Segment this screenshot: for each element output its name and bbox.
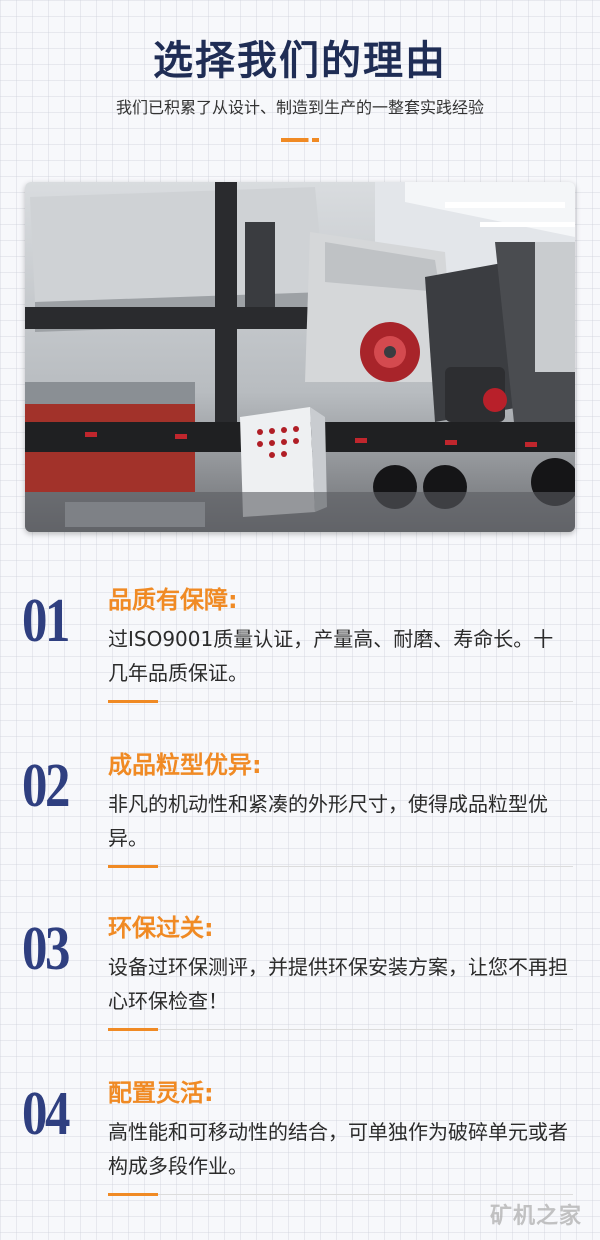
feature-title: 配置灵活: [108,1079,214,1107]
page-subtitle: 我们已积累了从设计、制造到生产的一整套实践经验 [115,98,484,117]
feature-number: 03 [22,915,70,983]
feature-description: 高性能和可移动性的结合，可单独作为破碎单元或者构成多段作业。 [108,1120,568,1178]
feature-description: 过ISO9001质量认证，产量高、耐磨、寿命长。十几年品质保证。 [108,627,554,685]
feature-divider-accent [108,1193,158,1196]
feature-divider-accent [108,1028,158,1031]
feature-divider [108,1194,573,1195]
page-title: 选择我们的理由 [153,38,447,84]
feature-divider [108,1029,573,1030]
title-accent-line [281,138,319,142]
feature-item-1: 01 品质有保障: 过ISO9001质量认证，产量高、耐磨、寿命长。十几年品质保… [0,582,600,712]
feature-title: 成品粒型优异: [108,751,262,779]
feature-title: 环保过关: [108,914,214,942]
feature-item-3: 03 环保过关: 设备过环保测评，并提供环保安装方案，让您不再担心环保检查！ [0,910,600,1040]
product-photo [25,182,575,532]
feature-description: 非凡的机动性和紧凑的外形尺寸，使得成品粒型优异。 [108,792,548,850]
feature-divider-accent [108,700,158,703]
feature-description: 设备过环保测评，并提供环保安装方案，让您不再担心环保检查！ [108,955,568,1013]
feature-divider [108,701,573,702]
feature-number: 01 [22,587,70,655]
feature-divider-accent [108,865,158,868]
site-watermark: 矿机之家 [489,1204,582,1229]
feature-item-2: 02 成品粒型优异: 非凡的机动性和紧凑的外形尺寸，使得成品粒型优异。 [0,747,600,877]
feature-number: 04 [22,1080,70,1148]
feature-divider [108,866,573,867]
feature-title: 品质有保障: [108,586,238,614]
feature-item-4: 04 配置灵活: 高性能和可移动性的结合，可单独作为破碎单元或者构成多段作业。 [0,1075,600,1205]
feature-number: 02 [22,752,70,820]
